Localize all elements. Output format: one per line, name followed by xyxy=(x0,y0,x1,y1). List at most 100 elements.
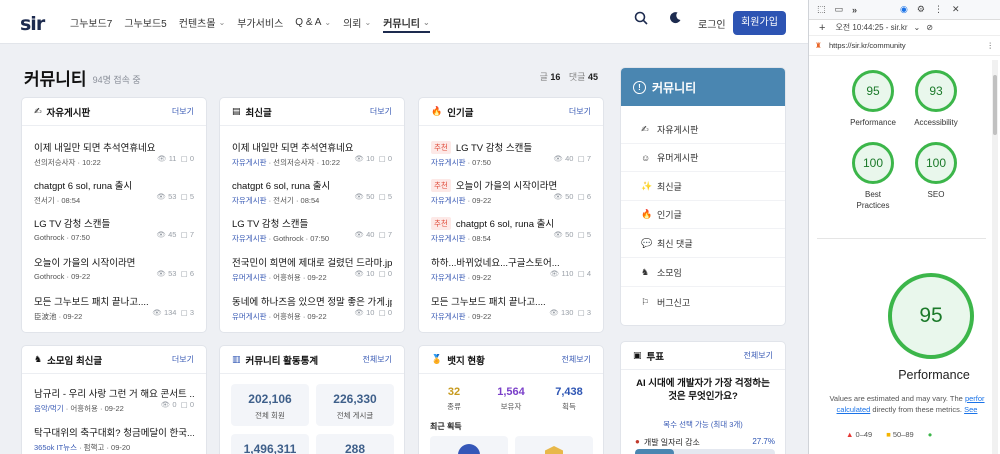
post-title[interactable]: 이제 내일만 되면 추석연휴네요 xyxy=(232,140,392,154)
menu-icon[interactable]: ⋮ xyxy=(987,41,995,50)
post-title[interactable]: 전국민이 희면에 제대로 걸렸던 드라마.jpg xyxy=(232,255,392,269)
board-link[interactable]: 자유게시판 xyxy=(431,158,466,167)
device-icon[interactable]: ▭ xyxy=(835,4,844,15)
list-item[interactable]: 추천 오늘이 가을의 시작이라면 자유게시판 · 09-22 👁 50 ▢ 6 xyxy=(431,178,591,208)
calculated-link[interactable]: calculated xyxy=(837,405,871,414)
score-best-practices[interactable]: 100 Best Practices xyxy=(843,142,903,211)
more-link[interactable]: 전체보기 xyxy=(744,350,773,361)
list-item[interactable]: chatgpt 6 sol, runa 출시 자유게시판 · 전서기 · 08:5… xyxy=(232,178,392,208)
post-title[interactable]: LG TV 감청 스캔들 xyxy=(232,216,392,230)
post-title[interactable]: 추천 chatgpt 6 sol, runa 출시 xyxy=(431,216,591,230)
gear-icon[interactable]: ⚙ xyxy=(917,4,925,15)
sidebar-item-groups[interactable]: ♞ 소모임 xyxy=(621,259,785,287)
vote-option[interactable]: ● 개발 일자리 감소 27.7% xyxy=(635,437,775,448)
list-item[interactable]: 이제 내일만 되면 추석연휴네요 자유게시판 · 선의저승사자 · 10:22 👁 … xyxy=(232,140,392,170)
inspect-icon[interactable]: ⬚ xyxy=(817,4,826,15)
board-link[interactable]: 자유게시판 xyxy=(232,158,267,167)
more-link[interactable]: 더보기 xyxy=(569,106,591,117)
score-seo[interactable]: 100 SEO xyxy=(906,142,966,200)
chevron-down-icon[interactable]: ⌄ xyxy=(914,23,921,32)
board-link[interactable]: 자유게시판 xyxy=(232,234,267,243)
list-item[interactable]: 모든 그누보드 패치 끝나고.... 臣波池 · 09-22 👁 134 ▢ 3 xyxy=(34,294,194,324)
perf-link[interactable]: perfor xyxy=(965,394,985,403)
board-link[interactable]: 365ok IT뉴스 xyxy=(34,443,77,452)
more-link[interactable]: 더보기 xyxy=(172,354,194,365)
add-icon[interactable]: + xyxy=(819,22,825,34)
list-item[interactable]: 추천 chatgpt 6 sol, runa 출시 자유게시판 · 08:54 👁 5… xyxy=(431,216,591,246)
post-title[interactable]: 추천 LG TV 감청 스캔들 xyxy=(431,140,591,154)
board-link[interactable]: 유머게시판 xyxy=(232,312,267,321)
triangle-icon: ▲ xyxy=(846,430,854,439)
post-title[interactable]: 남규리 - 우리 사랑 그런 거 해요 콘서트 ... xyxy=(34,386,194,400)
scrollbar[interactable] xyxy=(992,60,998,454)
list-item[interactable]: 동네에 하나즈음 있으면 정말 좋은 가게.jpg 유머게시판 · 어흥허용 · … xyxy=(232,294,392,324)
more-link[interactable]: 더보기 xyxy=(172,106,194,117)
list-item[interactable]: 추천 LG TV 감청 스캔들 자유게시판 · 07:50 👁 40 ▢ 7 xyxy=(431,140,591,170)
list-item[interactable]: 하하...바뀌었네요...구글스토어... 자유게시판 · 09-22 👁 110 … xyxy=(431,255,591,285)
nav-item-qna[interactable]: Q & A ⌄ xyxy=(295,0,331,44)
nav-item-services[interactable]: 부가서비스 xyxy=(237,0,283,44)
list-item[interactable]: chatgpt 6 sol, runa 출시 전서기 · 08:54 👁 53 ▢ … xyxy=(34,178,194,208)
stat-posts: 226,330 전체 게시글 xyxy=(316,384,394,426)
report-time[interactable]: 오전 10:44:25 - sir.kr xyxy=(835,22,907,33)
post-title[interactable]: 모든 그누보드 패치 끝나고.... xyxy=(34,294,194,308)
login-link[interactable]: 로그인 xyxy=(698,16,726,31)
board-link[interactable]: 자유게시판 xyxy=(232,196,267,205)
nav-item-gnuboard5[interactable]: 그누보드5 xyxy=(124,0,166,44)
nav-item-request[interactable]: 의뢰 ⌄ xyxy=(343,0,371,44)
more-tools-icon[interactable]: » xyxy=(852,5,857,15)
post-title[interactable]: 이제 내일만 되면 추석연휴네요 xyxy=(34,140,194,154)
board-link[interactable]: 자유게시판 xyxy=(431,273,466,282)
score-performance[interactable]: 95 Performance xyxy=(843,70,903,128)
search-icon[interactable] xyxy=(634,11,648,28)
recent-badge-item[interactable] xyxy=(430,436,508,454)
list-item[interactable]: 오늘이 가을의 시작이라면 Gothrock · 09-22 👁 53 ▢ 6 xyxy=(34,255,194,285)
sidebar-item-humor[interactable]: ☺ 유머게시판 xyxy=(621,144,785,172)
sidebar-item-bugs[interactable]: ⚐ 버그신고 xyxy=(621,288,785,316)
nav-item-gnuboard7[interactable]: 그누보드7 xyxy=(70,0,112,44)
post-title[interactable]: 오늘이 가을의 시작이라면 xyxy=(34,255,194,269)
board-link[interactable]: 자유게시판 xyxy=(431,196,466,205)
list-item[interactable]: 이제 내일만 되면 추석연휴네요 선의저승사자 · 10:22 👁 11 ▢ 0 xyxy=(34,140,194,170)
more-link[interactable]: 전체보기 xyxy=(363,354,392,365)
post-title[interactable]: 모든 그누보드 패치 끝나고.... xyxy=(431,294,591,308)
nav-item-contents[interactable]: 컨텐츠몰 ⌄ xyxy=(179,0,226,44)
board-link[interactable]: 자유게시판 xyxy=(431,234,466,243)
board-link[interactable]: 음악/먹기 xyxy=(34,404,64,413)
close-icon[interactable]: ✕ xyxy=(952,4,960,15)
recent-earned-title: 최근 획득 xyxy=(430,422,462,431)
sidebar-item-free[interactable]: ✍ 자유게시판 xyxy=(621,116,785,144)
badge-icon[interactable]: ◉ xyxy=(900,4,908,15)
sidebar-item-comments[interactable]: 💬 최신 댓글 xyxy=(621,230,785,258)
post-title[interactable]: 추천 오늘이 가을의 시작이라면 xyxy=(431,178,591,192)
board-link[interactable]: 유머게시판 xyxy=(232,273,267,282)
list-item[interactable]: LG TV 감청 스캔들 자유게시판 · Gothrock · 07:50 👁 40… xyxy=(232,216,392,246)
score-accessibility[interactable]: 93 Accessibility xyxy=(906,70,966,128)
site-logo[interactable]: sir xyxy=(20,13,45,35)
post-title[interactable]: chatgpt 6 sol, runa 출시 xyxy=(232,178,392,192)
post-title[interactable]: LG TV 감청 스캔들 xyxy=(34,216,194,230)
scrollbar-thumb[interactable] xyxy=(993,75,997,135)
post-title[interactable]: 탁구대위의 축구대회? 청금메달이 한국... xyxy=(34,425,194,439)
sidebar-item-popular[interactable]: 🔥 인기글 xyxy=(621,201,785,229)
nav-item-community[interactable]: 커뮤니티 ⌄ xyxy=(383,0,430,44)
post-title[interactable]: chatgpt 6 sol, runa 출시 xyxy=(34,178,194,192)
list-item[interactable]: 모든 그누보드 패치 끝나고.... 자유게시판 · 09-22 👁 130 ▢ 3 xyxy=(431,294,591,324)
list-item[interactable]: LG TV 감청 스캔들 Gothrock · 07:50 👁 45 ▢ 7 xyxy=(34,216,194,246)
more-link[interactable]: 전체보기 xyxy=(562,354,591,365)
recent-badge-item[interactable] xyxy=(515,436,593,454)
more-link[interactable]: 더보기 xyxy=(370,106,392,117)
post-title[interactable]: 동네에 하나즈음 있으면 정말 좋은 가게.jpg xyxy=(232,294,392,308)
dark-mode-icon[interactable] xyxy=(669,11,682,27)
menu-icon[interactable]: ⋮ xyxy=(934,4,943,15)
see-link[interactable]: See xyxy=(964,405,977,414)
list-item[interactable]: 탁구대위의 축구대회? 청금메달이 한국... 365ok IT뉴스 · 펌핵고 … xyxy=(34,425,194,454)
board-link[interactable]: 자유게시판 xyxy=(431,312,466,321)
signup-button[interactable]: 회원가입 xyxy=(733,11,786,35)
list-item[interactable]: 남규리 - 우리 사랑 그런 거 해요 콘서트 ... 음악/먹기 · 어흥허용 … xyxy=(34,386,194,416)
post-title[interactable]: 하하...바뀌었네요...구글스토어... xyxy=(431,255,591,269)
sidebar-item-latest[interactable]: ✨ 최신글 xyxy=(621,173,785,201)
website: sir 그누보드7 그누보드5 컨텐츠몰 ⌄ 부가서비스 Q & A ⌄ 의뢰 ⌄ 커… xyxy=(0,0,808,454)
list-item[interactable]: 전국민이 희면에 제대로 걸렸던 드라마.jpg 유머게시판 · 어흥허용 · 0… xyxy=(232,255,392,285)
clear-icon[interactable]: ⊘ xyxy=(926,23,933,32)
